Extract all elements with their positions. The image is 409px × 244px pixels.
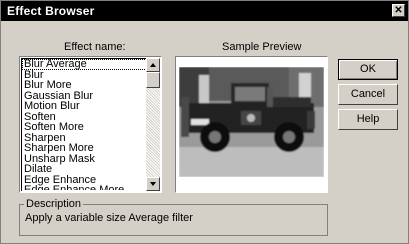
effect-name-label: Effect name: [64, 41, 126, 53]
window-title: Effect Browser [7, 4, 95, 18]
help-button[interactable]: Help [338, 109, 398, 130]
effect-list-item[interactable]: Blur More [22, 80, 147, 91]
close-button[interactable]: ✕ [392, 4, 405, 17]
scroll-thumb[interactable] [146, 72, 160, 88]
effect-list-items: Blur Average Blur Blur More Gaussian Blur Mo… [22, 59, 147, 190]
effect-list-item[interactable]: Motion Blur [22, 101, 147, 112]
truck-photo [179, 67, 324, 177]
effect-list-scrollbar[interactable] [146, 58, 160, 191]
cancel-button[interactable]: Cancel [338, 84, 398, 105]
title-bar[interactable]: Effect Browser ✕ [1, 1, 408, 21]
effect-browser-dialog: Effect Browser ✕ Effect name: Sample Pre… [0, 0, 409, 244]
scroll-down-button[interactable] [146, 177, 160, 191]
effect-list-item[interactable]: Sharpen More [22, 143, 147, 154]
arrow-down-icon [150, 182, 156, 186]
effect-list-item[interactable]: Edge Enhance [22, 174, 147, 186]
sample-preview-image [175, 56, 328, 193]
close-icon: ✕ [394, 5, 403, 16]
effect-list-item[interactable]: Dilate [22, 164, 147, 175]
effect-list[interactable]: Blur Average Blur Blur More Gaussian Blur Mo… [19, 56, 162, 193]
effect-list-item[interactable]: Edge Enhance More [22, 185, 147, 190]
description-text: Apply a variable size Average filter [25, 212, 193, 224]
sample-preview-label: Sample Preview [222, 41, 302, 53]
ok-button[interactable]: OK [338, 59, 398, 80]
effect-list-item[interactable]: Blur Average [22, 59, 147, 70]
description-label: Description [24, 198, 84, 210]
arrow-up-icon [150, 63, 156, 67]
description-group: Description Apply a variable size Averag… [19, 198, 328, 236]
effect-list-item[interactable]: Soften More [22, 122, 147, 133]
scroll-up-button[interactable] [146, 58, 160, 72]
